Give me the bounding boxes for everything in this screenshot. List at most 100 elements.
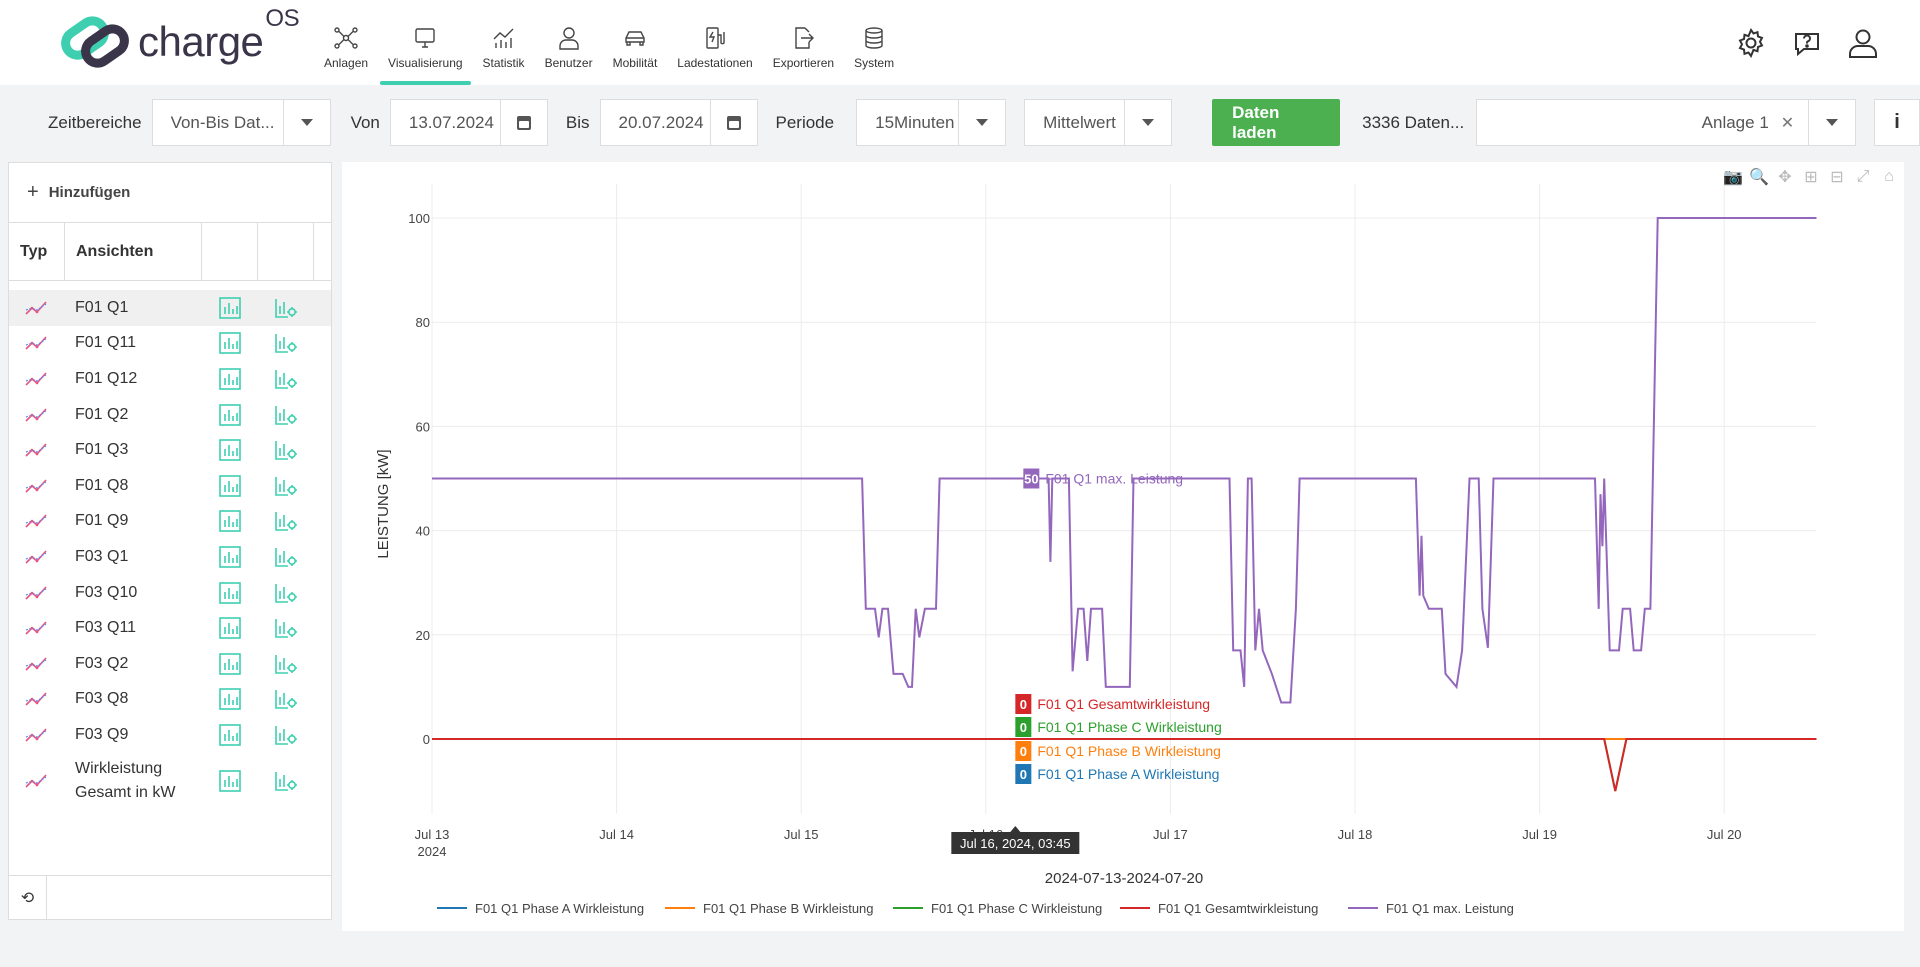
chart-settings-icon[interactable] [258, 297, 314, 319]
chart-settings-icon[interactable] [258, 617, 314, 639]
series-line[interactable] [432, 217, 1817, 704]
bar-chart-icon[interactable] [202, 474, 258, 497]
bar-chart-icon[interactable] [202, 688, 258, 711]
zeitbereiche-select[interactable]: Von-Bis Dat... [151, 99, 331, 146]
chargeos-logo[interactable]: chargeOS [60, 7, 300, 68]
bar-chart-icon[interactable] [202, 510, 258, 533]
zoom-out-icon[interactable]: ⊟ [1828, 168, 1846, 186]
bar-chart-icon[interactable] [202, 368, 258, 390]
load-data-button[interactable]: Daten laden [1212, 99, 1341, 146]
legend-item[interactable]: F01 Q1 max. Leistung [1386, 901, 1514, 916]
bis-date-field[interactable]: 20.07.2024 [599, 99, 758, 146]
bar-chart-icon[interactable] [202, 439, 258, 461]
bis-date-value[interactable]: 20.07.2024 [601, 113, 710, 133]
list-item[interactable]: F03 Q10 [9, 575, 331, 611]
chart-settings-icon[interactable] [258, 770, 314, 792]
chart-settings-icon[interactable] [258, 439, 314, 461]
zeitbereiche-dropdown-button[interactable] [282, 100, 330, 145]
chart-settings-icon[interactable] [258, 404, 314, 426]
list-item[interactable]: F01 Q11 [9, 326, 331, 362]
gear-icon[interactable] [1734, 26, 1768, 60]
nav-ladestationen[interactable]: Ladestationen [667, 0, 762, 85]
chevron-down-icon [1826, 119, 1839, 126]
nav-mobilitaet[interactable]: Mobilität [603, 0, 668, 85]
y-tick-label: 0 [423, 732, 430, 747]
pan-icon[interactable]: ✥ [1776, 168, 1794, 186]
line-chart[interactable]: 0 20 40 60 80 100 Jul 13 2024 Jul 14 Jul 15 Jul 16… [342, 162, 1904, 931]
home-icon[interactable]: ⌂ [1880, 168, 1898, 186]
list-item[interactable]: F01 Q9 [9, 504, 331, 540]
camera-icon[interactable]: 📷 [1723, 168, 1743, 186]
chart-settings-icon[interactable] [258, 688, 314, 710]
bar-chart-icon[interactable] [202, 724, 258, 746]
x-tick-label: Jul 17 [1153, 827, 1188, 842]
nav-system[interactable]: System [844, 0, 904, 85]
periode-dropdown-button[interactable] [958, 100, 1005, 145]
list-item[interactable]: F01 Q2 [9, 397, 331, 433]
view-name: F01 Q2 [75, 405, 129, 423]
anlage-select[interactable]: Anlage 1 ✕ [1476, 99, 1857, 146]
list-item[interactable]: F01 Q8 [9, 468, 331, 504]
bar-chart-icon[interactable] [202, 769, 258, 792]
zoom-in-icon[interactable]: ⊞ [1802, 168, 1820, 186]
line-chart-type-icon [9, 771, 65, 791]
nav-statistik[interactable]: Statistik [473, 0, 535, 85]
list-item[interactable]: F03 Q1 [9, 539, 331, 575]
bar-chart-icon[interactable] [202, 332, 258, 355]
list-item[interactable]: F01 Q3 [9, 432, 331, 468]
bar-chart-icon[interactable] [202, 296, 258, 319]
nav-exportieren[interactable]: Exportieren [763, 0, 844, 85]
profile-icon[interactable] [1846, 26, 1880, 60]
info-button[interactable]: i [1874, 99, 1920, 146]
aggregation-select[interactable]: Mittelwert [1024, 99, 1173, 146]
bar-chart-icon[interactable] [202, 617, 258, 639]
von-calendar-button[interactable] [499, 100, 547, 145]
bar-chart-icon[interactable] [202, 652, 258, 675]
x-tick-label: Jul 18 [1338, 827, 1373, 842]
legend-item[interactable]: F01 Q1 Phase A Wirkleistung [475, 901, 644, 916]
legend-item[interactable]: F01 Q1 Phase C Wirkleistung [931, 901, 1102, 916]
list-item[interactable]: F01 Q1 [9, 290, 331, 326]
nav-visualisierung[interactable]: Visualisierung [378, 0, 473, 85]
aggregation-dropdown-button[interactable] [1124, 100, 1171, 145]
list-item[interactable]: F03 Q8 [9, 682, 331, 718]
legend-item[interactable]: F01 Q1 Phase B Wirkleistung [703, 901, 874, 916]
zoom-icon[interactable]: 🔍 [1749, 168, 1769, 186]
bar-chart-icon[interactable] [202, 581, 258, 604]
view-name: F01 Q12 [75, 369, 138, 387]
autoscale-icon[interactable]: ⤢ [1854, 168, 1872, 186]
chart-settings-icon[interactable] [258, 332, 314, 354]
bar-chart-icon[interactable] [202, 546, 258, 568]
bis-calendar-button[interactable] [709, 100, 757, 145]
line-chart-type-icon [9, 298, 65, 318]
refresh-icon[interactable]: ⟲ [9, 876, 47, 919]
anlage-dropdown-button[interactable] [1808, 100, 1855, 145]
calendar-icon [726, 115, 741, 130]
chart-settings-icon[interactable] [258, 582, 314, 604]
help-chat-icon[interactable] [1790, 26, 1824, 60]
chart-icon [493, 28, 514, 48]
clear-icon[interactable]: ✕ [1781, 113, 1808, 133]
nav-anlagen[interactable]: Anlagen [314, 0, 378, 85]
chart-settings-icon[interactable] [258, 653, 314, 675]
von-date-value[interactable]: 13.07.2024 [391, 113, 500, 133]
list-item[interactable]: F03 Q9 [9, 717, 331, 753]
list-item[interactable]: Wirkleistung Gesamt in kW [9, 753, 331, 809]
chart-settings-icon[interactable] [258, 368, 314, 390]
list-item[interactable]: F03 Q11 [9, 610, 331, 646]
list-item[interactable]: F01 Q12 [9, 361, 331, 397]
add-button[interactable]: + Hinzufügen [9, 163, 331, 223]
list-item[interactable]: F03 Q2 [9, 646, 331, 682]
von-date-field[interactable]: 13.07.2024 [389, 99, 548, 146]
nav-benutzer[interactable]: Benutzer [535, 0, 603, 85]
periode-select[interactable]: 15Minuten [856, 99, 1007, 146]
legend-item[interactable]: F01 Q1 Gesamtwirkleistung [1158, 901, 1318, 916]
chart-settings-icon[interactable] [258, 510, 314, 532]
chart-settings-icon[interactable] [258, 546, 314, 568]
aggregation-value: Mittelwert [1043, 112, 1116, 132]
chart-settings-icon[interactable] [258, 475, 314, 497]
bar-chart-icon[interactable] [202, 403, 258, 426]
col-empty-a [202, 223, 258, 280]
chart-settings-icon[interactable] [258, 724, 314, 746]
network-icon [334, 27, 358, 49]
